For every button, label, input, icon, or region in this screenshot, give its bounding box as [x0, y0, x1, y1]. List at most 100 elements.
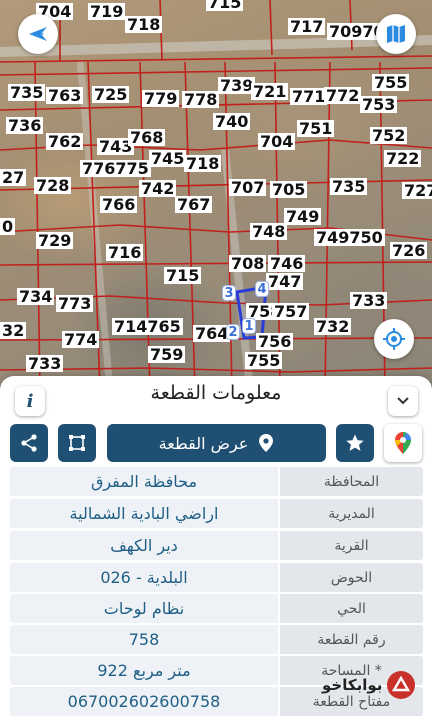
parcel-number-label[interactable]: 776775	[80, 160, 151, 177]
collapse-button[interactable]	[388, 386, 418, 416]
view-parcel-button[interactable]: عرض القطعة	[107, 424, 326, 462]
parcel-number-label[interactable]: 756	[256, 333, 294, 350]
parcel-number-label[interactable]: 734	[17, 288, 55, 305]
map-layers-button[interactable]	[376, 14, 416, 54]
vertex-label: 3	[222, 285, 236, 301]
parcel-number-label[interactable]: 0	[0, 218, 16, 235]
parcel-number-label[interactable]: 755	[372, 74, 410, 91]
info-row-neighborhood: نظام لوحات الحي	[10, 594, 423, 623]
parcel-number-label[interactable]: 739	[218, 77, 256, 94]
parcel-number-label[interactable]: 759	[148, 346, 186, 363]
polygon-icon	[69, 435, 85, 451]
parcel-number-label[interactable]: 766	[100, 196, 138, 213]
parcel-number-label[interactable]: 755	[245, 352, 283, 369]
area-value: 922 متر مربع	[10, 656, 278, 685]
parcel-number-label[interactable]: 735	[8, 84, 46, 101]
locate-icon	[383, 328, 405, 350]
share-button[interactable]	[10, 424, 48, 462]
parcel-number-label[interactable]: 740	[213, 113, 251, 130]
parcel-number-label[interactable]: 736	[6, 117, 44, 134]
parcel-number-label[interactable]: 708	[229, 255, 267, 272]
info-row-parcel-number: 758 رقم القطعة	[10, 625, 423, 654]
directorate-label: المديرية	[280, 499, 423, 528]
parcel-number-label[interactable]: 726	[390, 242, 428, 259]
share-icon	[21, 434, 37, 452]
parcel-number-label[interactable]: 714765	[112, 318, 183, 335]
measure-area-button[interactable]	[58, 424, 96, 462]
parcel-number-label[interactable]: 715	[206, 0, 244, 11]
parcel-number-label[interactable]: 749750	[314, 229, 385, 246]
parcel-number-label: رقم القطعة	[280, 625, 423, 654]
vertex-label: 1	[242, 318, 256, 334]
parcel-number-label[interactable]: 705	[270, 181, 308, 198]
compass-button[interactable]: z	[18, 14, 58, 54]
parcel-number-label[interactable]: 746	[268, 255, 306, 272]
svg-text:z: z	[39, 31, 44, 41]
parcel-number-label[interactable]: 32	[0, 322, 27, 339]
parcel-number-label[interactable]: 727	[402, 182, 432, 199]
parcel-number-label[interactable]: 748	[250, 223, 288, 240]
parcel-number-label[interactable]: 742	[139, 180, 177, 197]
parcel-number-label[interactable]: 733	[26, 355, 64, 372]
locate-button[interactable]	[374, 319, 414, 359]
parcel-key-value: 067002602600758	[10, 687, 278, 716]
basin-value: البلدية - 026	[10, 563, 278, 592]
parcel-number-label[interactable]: 732	[314, 318, 352, 335]
parcel-number-label[interactable]: 778	[182, 91, 220, 108]
parcel-number-label[interactable]: 728	[34, 177, 72, 194]
parcel-number-label[interactable]: 719	[88, 3, 126, 20]
parcel-number-label[interactable]: 773	[56, 295, 94, 312]
parcel-number-label[interactable]: 774	[62, 331, 100, 348]
parcel-number-label[interactable]: 721	[251, 83, 289, 100]
parcel-number-label[interactable]: 717	[288, 18, 326, 35]
info-button[interactable]: i	[15, 386, 45, 416]
parcel-number-label[interactable]: 747	[266, 273, 304, 290]
parcel-number-label[interactable]: 729	[36, 232, 74, 249]
parcel-number-label[interactable]: 718	[125, 16, 163, 33]
parcel-number-label[interactable]: 772	[324, 87, 362, 104]
parcel-number-label[interactable]: 27	[0, 169, 27, 186]
parcel-number-label[interactable]: 735	[330, 178, 368, 195]
parcel-number-label[interactable]: 764	[193, 325, 231, 342]
info-row-directorate: اراضي البادية الشمالية المديرية	[10, 499, 423, 528]
parcel-number-label[interactable]: 749	[284, 208, 322, 225]
chevron-down-icon	[397, 397, 409, 405]
parcel-number-label[interactable]: 771	[290, 88, 328, 105]
parcel-number-label[interactable]: 767	[175, 196, 213, 213]
parcel-number-label[interactable]: 707	[229, 179, 267, 196]
parcel-number-label[interactable]: 751	[297, 120, 335, 137]
directorate-value: اراضي البادية الشمالية	[10, 499, 278, 528]
parcel-number-label[interactable]: 722	[384, 150, 422, 167]
neighborhood-label: الحي	[280, 594, 423, 623]
google-maps-button[interactable]	[384, 424, 422, 462]
parcel-number-label[interactable]: 757	[272, 303, 310, 320]
parcel-number-label[interactable]: 779	[142, 90, 180, 107]
village-label: القرية	[280, 531, 423, 560]
parcel-number-label[interactable]: 716	[106, 244, 144, 261]
parcel-number-label[interactable]: 753	[360, 96, 398, 113]
governorate-label: المحافظة	[280, 467, 423, 496]
map-layers-icon	[387, 25, 405, 43]
parcel-number-label[interactable]: 718	[184, 155, 222, 172]
favorite-button[interactable]	[336, 424, 374, 462]
compass-icon: z	[29, 27, 47, 41]
parcel-number-label[interactable]: 745	[149, 150, 187, 167]
view-parcel-label: عرض القطعة	[158, 433, 249, 453]
parcel-number-label[interactable]: 768	[128, 129, 166, 146]
vertex-label: 4	[255, 281, 269, 297]
neighborhood-value: نظام لوحات	[10, 594, 278, 623]
parcel-number-label[interactable]: 752	[370, 127, 408, 144]
logo-icon	[387, 671, 416, 699]
vertex-label: 2	[226, 324, 240, 340]
parcel-number-label[interactable]: 715	[164, 267, 202, 284]
parcel-number-label[interactable]: 704	[258, 133, 296, 150]
parcel-number-label[interactable]: 725	[92, 86, 130, 103]
sheet-title: معلومات القطعة	[150, 382, 282, 404]
parcel-number-label[interactable]: 763	[46, 87, 84, 104]
parcel-number-label[interactable]: 733	[350, 292, 388, 309]
star-icon	[346, 434, 364, 451]
info-row-basin: البلدية - 026 الحوض	[10, 563, 423, 592]
parcel-number-label[interactable]: 762	[46, 133, 84, 150]
satellite-map[interactable]: 704 719 718 715 717 70970 735 763 725 779 778 739 72…	[0, 0, 432, 390]
location-pin-icon	[259, 434, 274, 452]
